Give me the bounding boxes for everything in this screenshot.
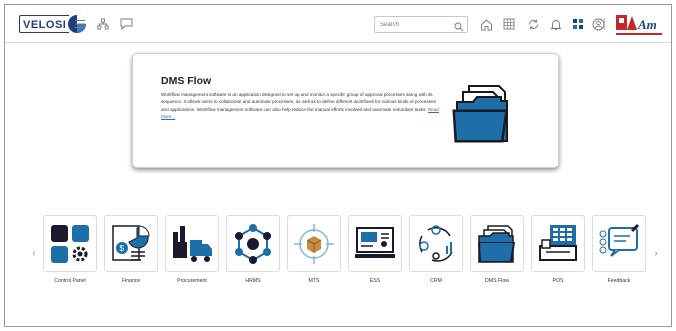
module-tile-crm[interactable] bbox=[409, 215, 463, 272]
user-icon[interactable] bbox=[591, 17, 605, 31]
app-frame: VELOSI Search Am DMS Flow Workflow manag… bbox=[4, 4, 672, 327]
search-icon[interactable] bbox=[454, 19, 464, 32]
menu-icon[interactable] bbox=[73, 17, 87, 31]
crm-icon bbox=[419, 224, 453, 262]
featured-module-card: DMS Flow Workflow management software is… bbox=[132, 53, 559, 168]
dms-folder-icon bbox=[452, 85, 508, 143]
module-label-control-panel: Control Panel bbox=[54, 278, 86, 284]
procurement-icon bbox=[173, 225, 212, 262]
module-label-ess: ESS bbox=[369, 278, 381, 284]
grid-icon[interactable] bbox=[502, 17, 516, 31]
module-label-procurement: Procurement bbox=[177, 278, 207, 284]
module-label-pos: POS bbox=[552, 278, 564, 284]
finance-icon: $ bbox=[112, 224, 150, 261]
module-label-crm: CRM bbox=[430, 278, 442, 284]
module-tile-feedback[interactable] bbox=[592, 215, 646, 272]
chat-icon[interactable] bbox=[119, 17, 133, 31]
svg-text:$: $ bbox=[120, 244, 125, 253]
featured-title: DMS Flow bbox=[161, 75, 212, 87]
org-chart-icon[interactable] bbox=[96, 17, 110, 31]
module-label-mts: MTS bbox=[308, 278, 320, 284]
home-icon[interactable] bbox=[479, 17, 493, 31]
ess-icon bbox=[355, 226, 395, 258]
apps-icon[interactable] bbox=[571, 17, 585, 31]
hrms-icon bbox=[235, 223, 271, 264]
pos-icon bbox=[539, 224, 577, 261]
module-label-finance: Finance bbox=[121, 278, 141, 284]
module-tile-dms-flow[interactable] bbox=[470, 215, 524, 272]
bell-icon[interactable] bbox=[549, 17, 563, 31]
brand-logo[interactable]: Am bbox=[614, 12, 666, 38]
module-tile-pos[interactable] bbox=[531, 215, 585, 272]
refresh-icon[interactable] bbox=[526, 17, 540, 31]
top-navigation-bar: VELOSI Search Am bbox=[5, 5, 671, 43]
logo-text: VELOSI bbox=[19, 15, 70, 33]
carousel-next-button[interactable]: › bbox=[651, 248, 661, 259]
module-tile-procurement[interactable] bbox=[165, 215, 219, 272]
module-carousel: ‹ Control Panel $ Finance Procurement HR… bbox=[5, 215, 671, 295]
module-tile-mts[interactable] bbox=[287, 215, 341, 272]
featured-description: Workflow management software is an appli… bbox=[161, 91, 439, 121]
module-label-feedback: Feedback bbox=[607, 278, 631, 284]
header-divider bbox=[604, 18, 605, 30]
module-tile-control-panel[interactable] bbox=[43, 215, 97, 272]
module-tile-finance[interactable]: $ bbox=[104, 215, 158, 272]
mts-icon bbox=[294, 223, 334, 264]
dms-flow-icon bbox=[478, 224, 515, 263]
feedback-icon bbox=[599, 223, 639, 257]
module-label-dms-flow: DMS Flow bbox=[485, 278, 509, 284]
module-tile-ess[interactable] bbox=[348, 215, 402, 272]
svg-text:Am: Am bbox=[637, 17, 657, 32]
control-panel-icon bbox=[51, 224, 89, 263]
module-label-hrms: HRMS bbox=[245, 278, 261, 284]
module-tile-hrms[interactable] bbox=[226, 215, 280, 272]
featured-description-text: Workflow management software is an appli… bbox=[161, 92, 436, 112]
carousel-prev-button[interactable]: ‹ bbox=[29, 248, 39, 259]
